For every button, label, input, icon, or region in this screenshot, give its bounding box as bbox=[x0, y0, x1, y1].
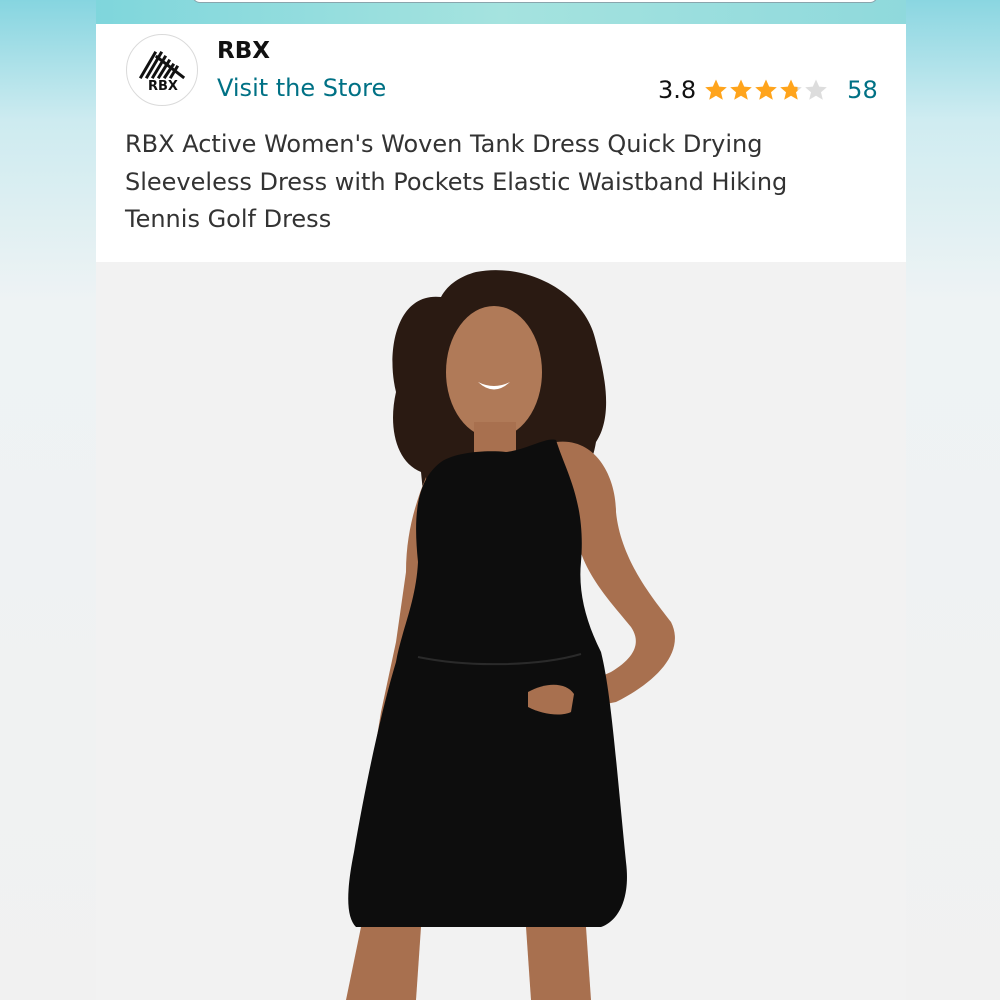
product-title: RBX Active Women's Woven Tank Dress Quic… bbox=[125, 130, 788, 233]
right-background-edge bbox=[906, 0, 1000, 1000]
product-image[interactable] bbox=[96, 262, 906, 1000]
logo-text: RBX bbox=[148, 79, 178, 94]
rating-value: 3.8 bbox=[658, 76, 697, 104]
star-icon bbox=[730, 79, 752, 100]
left-background-edge bbox=[0, 0, 96, 1000]
rating-summary[interactable]: 3.8 58 bbox=[658, 74, 878, 106]
brand-logo[interactable]: RBX bbox=[126, 34, 198, 106]
search-bar-edge[interactable] bbox=[192, 0, 878, 3]
star-icon bbox=[755, 79, 777, 100]
star-icon bbox=[780, 79, 802, 100]
rating-count-link[interactable]: 58 bbox=[847, 76, 878, 104]
model-wearing-dress-image bbox=[346, 270, 675, 1000]
top-header-strip bbox=[96, 0, 906, 24]
star-empty-icon bbox=[805, 79, 827, 100]
star-rating[interactable] bbox=[704, 78, 829, 102]
visit-store-link[interactable]: Visit the Store bbox=[217, 74, 386, 102]
rbx-logo-icon: RBX bbox=[138, 50, 186, 94]
brand-name[interactable]: RBX bbox=[217, 38, 270, 64]
star-icon bbox=[705, 79, 727, 100]
